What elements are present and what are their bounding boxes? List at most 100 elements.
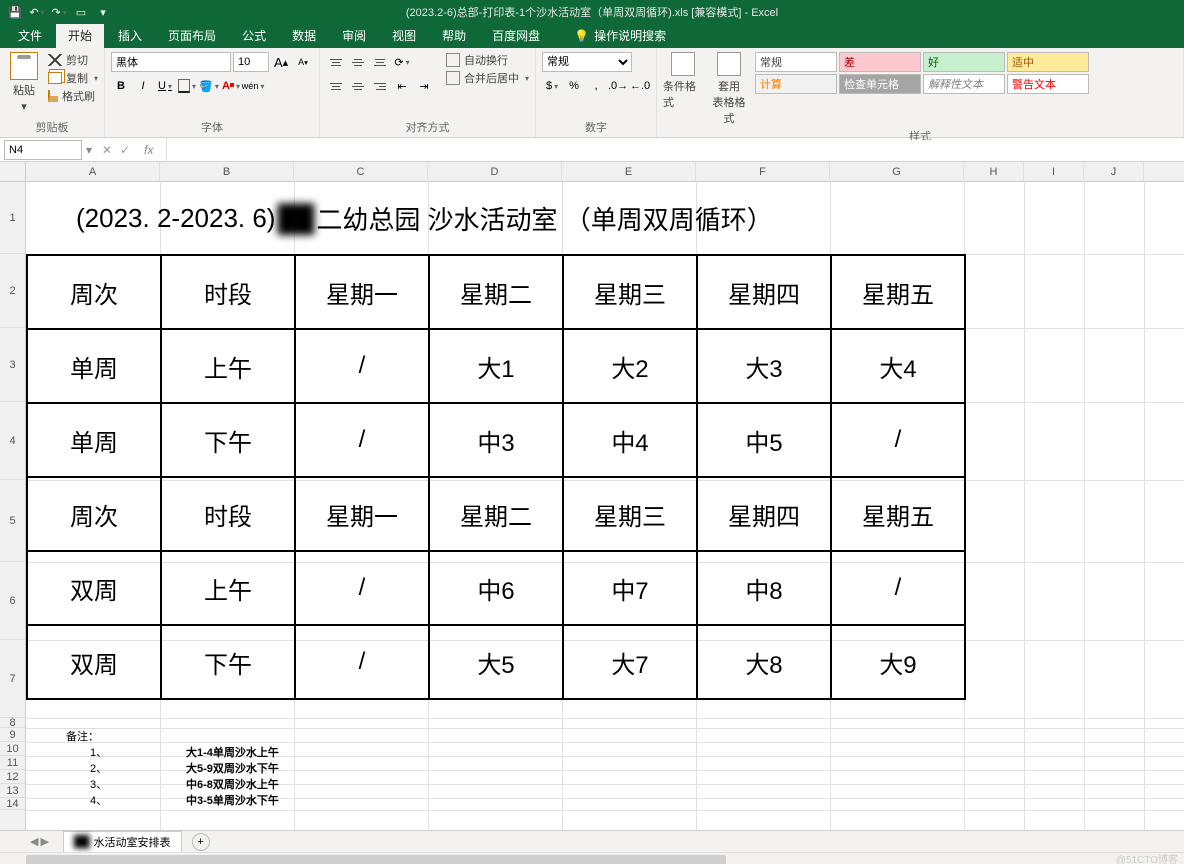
schedule-cell[interactable]: 双周 bbox=[27, 551, 161, 625]
orientation-button[interactable]: ⟳ bbox=[392, 52, 412, 72]
schedule-cell[interactable]: 大9 bbox=[831, 625, 965, 699]
row-header-13[interactable]: 13 bbox=[0, 784, 25, 798]
schedule-cell[interactable]: 中4 bbox=[563, 403, 697, 477]
paste-button[interactable]: 粘贴 ▾ bbox=[6, 52, 42, 113]
col-header-J[interactable]: J bbox=[1084, 162, 1144, 181]
cut-button[interactable]: 剪切 bbox=[48, 52, 98, 68]
schedule-cell[interactable]: 时段 bbox=[161, 255, 295, 329]
style-check[interactable]: 检查单元格 bbox=[839, 74, 921, 94]
col-header-B[interactable]: B bbox=[160, 162, 294, 181]
schedule-cell[interactable]: 大2 bbox=[563, 329, 697, 403]
row-header-1[interactable]: 1 bbox=[0, 182, 25, 254]
row-header-14[interactable]: 14 bbox=[0, 798, 25, 810]
wrap-text-button[interactable]: 自动换行 bbox=[446, 52, 529, 68]
schedule-cell[interactable]: 星期三 bbox=[563, 255, 697, 329]
schedule-cell[interactable]: 星期三 bbox=[563, 477, 697, 551]
scrollbar-thumb[interactable] bbox=[26, 855, 726, 864]
schedule-cell[interactable]: 星期五 bbox=[831, 255, 965, 329]
col-header-G[interactable]: G bbox=[830, 162, 964, 181]
schedule-cell[interactable]: 星期五 bbox=[831, 477, 965, 551]
schedule-cell[interactable]: / bbox=[831, 551, 965, 625]
row-header-6[interactable]: 6 bbox=[0, 562, 25, 640]
schedule-cell[interactable]: 周次 bbox=[27, 255, 161, 329]
percent-button[interactable]: % bbox=[564, 76, 584, 96]
align-middle-button[interactable] bbox=[348, 53, 368, 71]
col-header-E[interactable]: E bbox=[562, 162, 696, 181]
row-header-9[interactable]: 9 bbox=[0, 728, 25, 742]
schedule-cell[interactable]: 星期四 bbox=[697, 255, 831, 329]
undo-icon[interactable]: ↶ bbox=[28, 3, 46, 21]
schedule-cell[interactable]: 星期二 bbox=[429, 255, 563, 329]
schedule-cell[interactable]: 大5 bbox=[429, 625, 563, 699]
schedule-cell[interactable]: 下午 bbox=[161, 403, 295, 477]
schedule-cell[interactable]: / bbox=[295, 625, 429, 699]
font-size-select[interactable] bbox=[233, 52, 269, 72]
add-sheet-button[interactable]: + bbox=[192, 833, 210, 851]
sheet-nav[interactable]: ◀▶ bbox=[30, 835, 59, 848]
schedule-cell[interactable]: 时段 bbox=[161, 477, 295, 551]
sheet-next-icon[interactable]: ▶ bbox=[40, 835, 48, 848]
paste-dropdown-icon[interactable]: ▾ bbox=[21, 100, 27, 113]
conditional-format-button[interactable]: 条件格式 bbox=[663, 52, 703, 110]
schedule-cell[interactable]: 大1 bbox=[429, 329, 563, 403]
touch-mode-icon[interactable]: ▭ bbox=[72, 3, 90, 21]
schedule-cell[interactable]: 中3 bbox=[429, 403, 563, 477]
schedule-cell[interactable]: 下午 bbox=[161, 625, 295, 699]
schedule-cell[interactable]: 星期二 bbox=[429, 477, 563, 551]
row-header-5[interactable]: 5 bbox=[0, 480, 25, 562]
row-header-8[interactable]: 8 bbox=[0, 718, 25, 728]
redo-icon[interactable]: ↷ bbox=[50, 3, 68, 21]
increase-indent-button[interactable]: ⇥ bbox=[414, 76, 434, 96]
schedule-cell[interactable]: 星期一 bbox=[295, 255, 429, 329]
sheet-tab-active[interactable]: ██ 水活动室安排表 bbox=[63, 831, 182, 852]
align-top-button[interactable] bbox=[326, 53, 346, 71]
schedule-cell[interactable]: 上午 bbox=[161, 551, 295, 625]
font-name-select[interactable] bbox=[111, 52, 231, 72]
row-header-4[interactable]: 4 bbox=[0, 402, 25, 480]
align-bottom-button[interactable] bbox=[370, 53, 390, 71]
increase-decimal-button[interactable]: .0→ bbox=[608, 76, 628, 96]
qat-more-icon[interactable]: ▾ bbox=[94, 3, 112, 21]
style-neutral[interactable]: 适中 bbox=[1007, 52, 1089, 72]
schedule-cell[interactable]: 大8 bbox=[697, 625, 831, 699]
style-good[interactable]: 好 bbox=[923, 52, 1005, 72]
fill-color-button[interactable]: 🪣 bbox=[199, 76, 219, 96]
format-painter-button[interactable]: 格式刷 bbox=[48, 88, 98, 104]
schedule-cell[interactable]: / bbox=[831, 403, 965, 477]
align-left-button[interactable] bbox=[326, 77, 346, 95]
schedule-cell[interactable]: / bbox=[295, 329, 429, 403]
row-header-3[interactable]: 3 bbox=[0, 328, 25, 402]
comma-button[interactable]: , bbox=[586, 76, 606, 96]
horizontal-scrollbar[interactable]: @51CTO博客 bbox=[0, 852, 1184, 864]
col-header-F[interactable]: F bbox=[696, 162, 830, 181]
schedule-cell[interactable]: 周次 bbox=[27, 477, 161, 551]
font-color-button[interactable]: A bbox=[221, 76, 241, 96]
merge-center-button[interactable]: 合并后居中 bbox=[446, 70, 529, 86]
style-explain[interactable]: 解释性文本 bbox=[923, 74, 1005, 94]
col-header-H[interactable]: H bbox=[964, 162, 1024, 181]
col-header-D[interactable]: D bbox=[428, 162, 562, 181]
schedule-cell[interactable]: 中8 bbox=[697, 551, 831, 625]
col-header-A[interactable]: A bbox=[26, 162, 160, 181]
worksheet-grid[interactable]: ABCDEFGHIJ 1234567891011121314 (2023. 2-… bbox=[0, 162, 1184, 830]
tab-page-layout[interactable]: 页面布局 bbox=[156, 23, 228, 48]
schedule-cell[interactable]: 双周 bbox=[27, 625, 161, 699]
increase-font-button[interactable]: A▴ bbox=[271, 52, 291, 72]
tab-insert[interactable]: 插入 bbox=[106, 23, 154, 48]
schedule-cell[interactable]: 中6 bbox=[429, 551, 563, 625]
style-warn[interactable]: 警告文本 bbox=[1007, 74, 1089, 94]
schedule-cell[interactable]: 星期一 bbox=[295, 477, 429, 551]
schedule-cell[interactable]: / bbox=[295, 551, 429, 625]
style-bad[interactable]: 差 bbox=[839, 52, 921, 72]
fx-icon[interactable]: fx bbox=[138, 143, 159, 157]
align-center-button[interactable] bbox=[348, 77, 368, 95]
name-box[interactable] bbox=[4, 140, 82, 160]
cell-styles-gallery[interactable]: 常规 差 好 适中 计算 检查单元格 解释性文本 警告文本 bbox=[755, 52, 1089, 94]
schedule-cell[interactable]: 大4 bbox=[831, 329, 965, 403]
schedule-cell[interactable]: 中5 bbox=[697, 403, 831, 477]
schedule-cell[interactable]: 中7 bbox=[563, 551, 697, 625]
row-header-12[interactable]: 12 bbox=[0, 770, 25, 784]
schedule-cell[interactable]: 单周 bbox=[27, 329, 161, 403]
tab-file[interactable]: 文件 bbox=[6, 23, 54, 48]
formula-input[interactable] bbox=[167, 140, 1184, 160]
